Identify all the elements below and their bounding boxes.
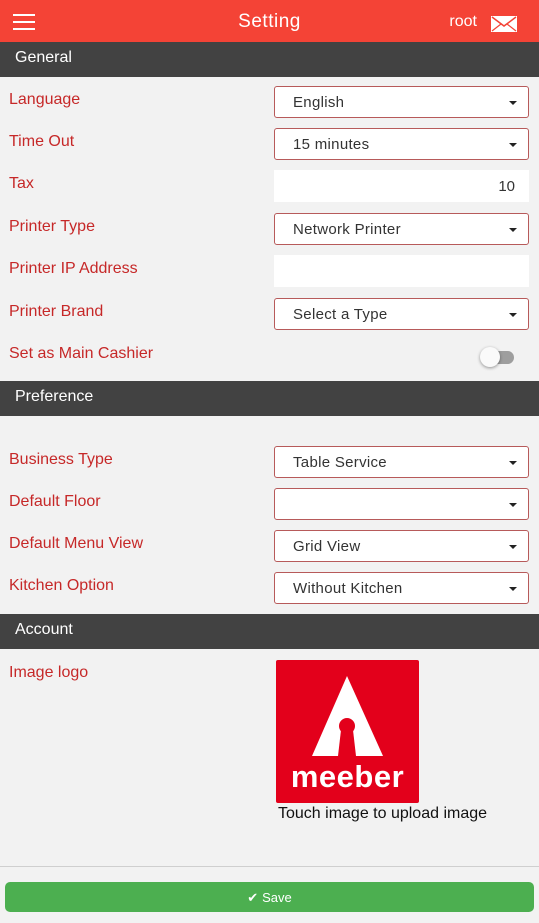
section-header-general: General xyxy=(0,42,539,77)
language-label: Language xyxy=(9,91,81,108)
main-cashier-label: Set as Main Cashier xyxy=(9,345,154,362)
section-header-account: Account xyxy=(0,614,539,649)
timeout-select[interactable]: 15 minutes xyxy=(274,128,529,160)
chevron-down-icon xyxy=(509,143,517,147)
save-label: Save xyxy=(262,890,292,905)
printer-brand-select[interactable]: Select a Type xyxy=(274,298,529,330)
business-type-select[interactable]: Table Service xyxy=(274,446,529,478)
menu-view-label: Default Menu View xyxy=(9,535,143,552)
printer-ip-input[interactable] xyxy=(274,255,529,287)
check-icon: ✔ xyxy=(247,890,259,905)
default-floor-label: Default Floor xyxy=(9,493,101,510)
printer-type-value: Network Printer xyxy=(293,221,401,238)
chevron-down-icon xyxy=(509,313,517,317)
chevron-down-icon xyxy=(509,461,517,465)
image-logo-label: Image logo xyxy=(9,664,89,681)
business-type-value: Table Service xyxy=(293,454,387,471)
printer-type-label: Printer Type xyxy=(9,218,95,235)
kitchen-option-value: Without Kitchen xyxy=(293,580,403,597)
upload-hint: Touch image to upload image xyxy=(278,805,488,822)
logo-upload-image[interactable]: meeber xyxy=(276,660,419,803)
mail-icon[interactable] xyxy=(491,16,517,32)
timeout-value: 15 minutes xyxy=(293,136,370,153)
language-value: English xyxy=(293,94,345,111)
section-header-preference: Preference xyxy=(0,381,539,416)
printer-brand-label: Printer Brand xyxy=(9,303,104,320)
chevron-down-icon xyxy=(509,101,517,105)
chevron-down-icon xyxy=(509,503,517,507)
menu-view-select[interactable]: Grid View xyxy=(274,530,529,562)
app-bar: Setting root xyxy=(0,0,539,44)
chevron-down-icon xyxy=(509,228,517,232)
main-cashier-toggle[interactable] xyxy=(480,347,514,367)
chevron-down-icon xyxy=(509,587,517,591)
kitchen-option-select[interactable]: Without Kitchen xyxy=(274,572,529,604)
timeout-label: Time Out xyxy=(9,133,75,150)
chevron-down-icon xyxy=(509,545,517,549)
kitchen-option-label: Kitchen Option xyxy=(9,577,114,594)
printer-type-select[interactable]: Network Printer xyxy=(274,213,529,245)
logo-text: meeber xyxy=(290,759,405,794)
printer-ip-label: Printer IP Address xyxy=(9,260,138,277)
divider xyxy=(0,866,539,867)
save-button[interactable]: ✔ Save xyxy=(5,882,534,912)
menu-view-value: Grid View xyxy=(293,538,361,555)
default-floor-select[interactable] xyxy=(274,488,529,520)
tax-input[interactable]: 10 xyxy=(274,170,529,202)
business-type-label: Business Type xyxy=(9,451,113,468)
language-select[interactable]: English xyxy=(274,86,529,118)
tax-label: Tax xyxy=(9,175,34,192)
printer-brand-value: Select a Type xyxy=(293,306,388,323)
username: root xyxy=(449,13,477,30)
